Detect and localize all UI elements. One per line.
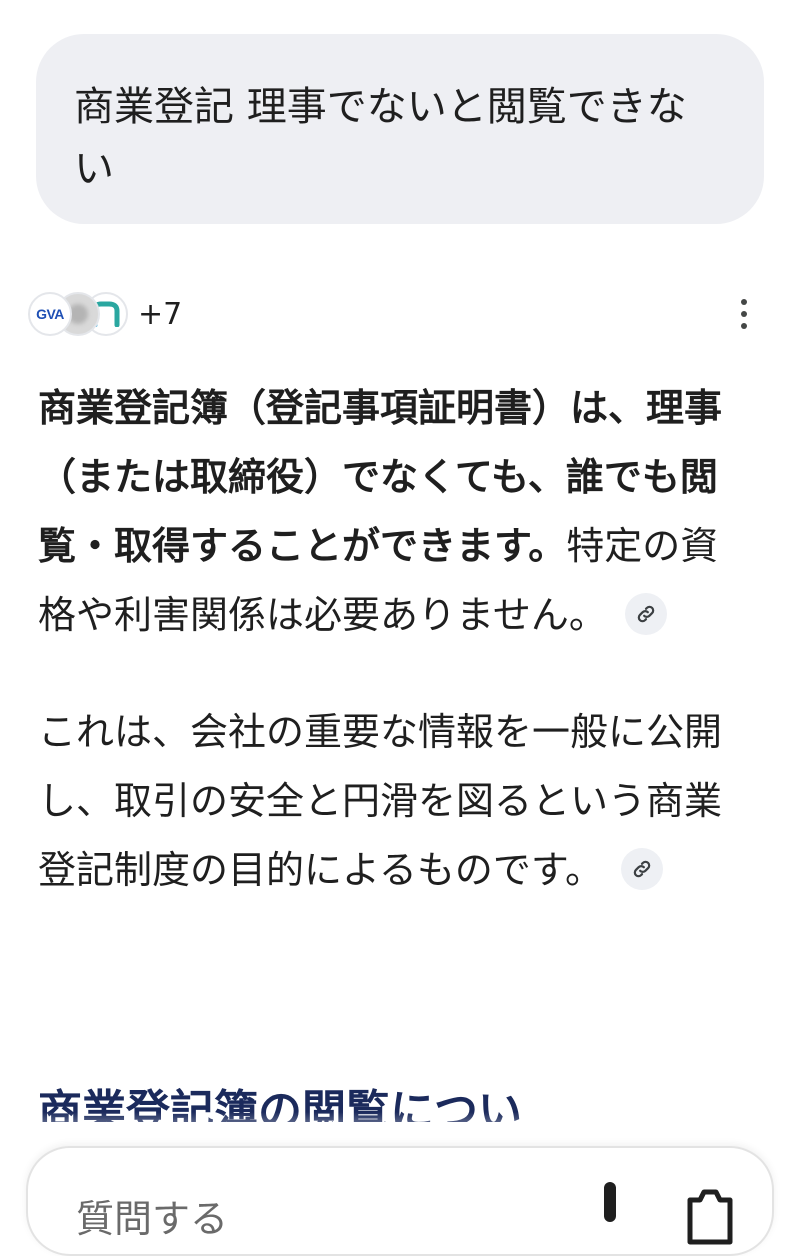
- more-vert-icon: [741, 299, 747, 305]
- camera-icon[interactable]: [684, 1186, 736, 1246]
- answer-text: これは、会社の重要な情報を一般に公開し、取引の安全と円滑を図るという商業登記制度…: [38, 710, 723, 892]
- link-icon: [637, 605, 655, 622]
- sources-more-count[interactable]: +7: [138, 297, 182, 332]
- link-icon: [633, 860, 651, 877]
- ask-input-placeholder[interactable]: 質問する: [76, 1188, 228, 1243]
- more-options-button[interactable]: [724, 290, 764, 338]
- ask-input-bar[interactable]: 質問する: [26, 1146, 774, 1256]
- user-query-bubble: 商業登記 理事でないと閲覧できない: [36, 34, 764, 224]
- answer-paragraph-2: これは、会社の重要な情報を一般に公開し、取引の安全と円滑を図るという商業登記制度…: [38, 698, 738, 905]
- sources-row[interactable]: GVA +7: [28, 290, 182, 338]
- source-avatar-gva[interactable]: GVA: [28, 292, 72, 336]
- citation-link-button[interactable]: [624, 592, 667, 635]
- answer-paragraph-1: 商業登記簿（登記事項証明書）は、理事（または取締役）でなくても、誰でも閲覧・取得…: [38, 374, 738, 650]
- microphone-icon[interactable]: [590, 1178, 630, 1248]
- ai-answer: 商業登記簿（登記事項証明書）は、理事（または取締役）でなくても、誰でも閲覧・取得…: [38, 374, 738, 905]
- citation-link-button[interactable]: [621, 847, 664, 890]
- user-query-text: 商業登記 理事でないと閲覧できない: [74, 84, 687, 192]
